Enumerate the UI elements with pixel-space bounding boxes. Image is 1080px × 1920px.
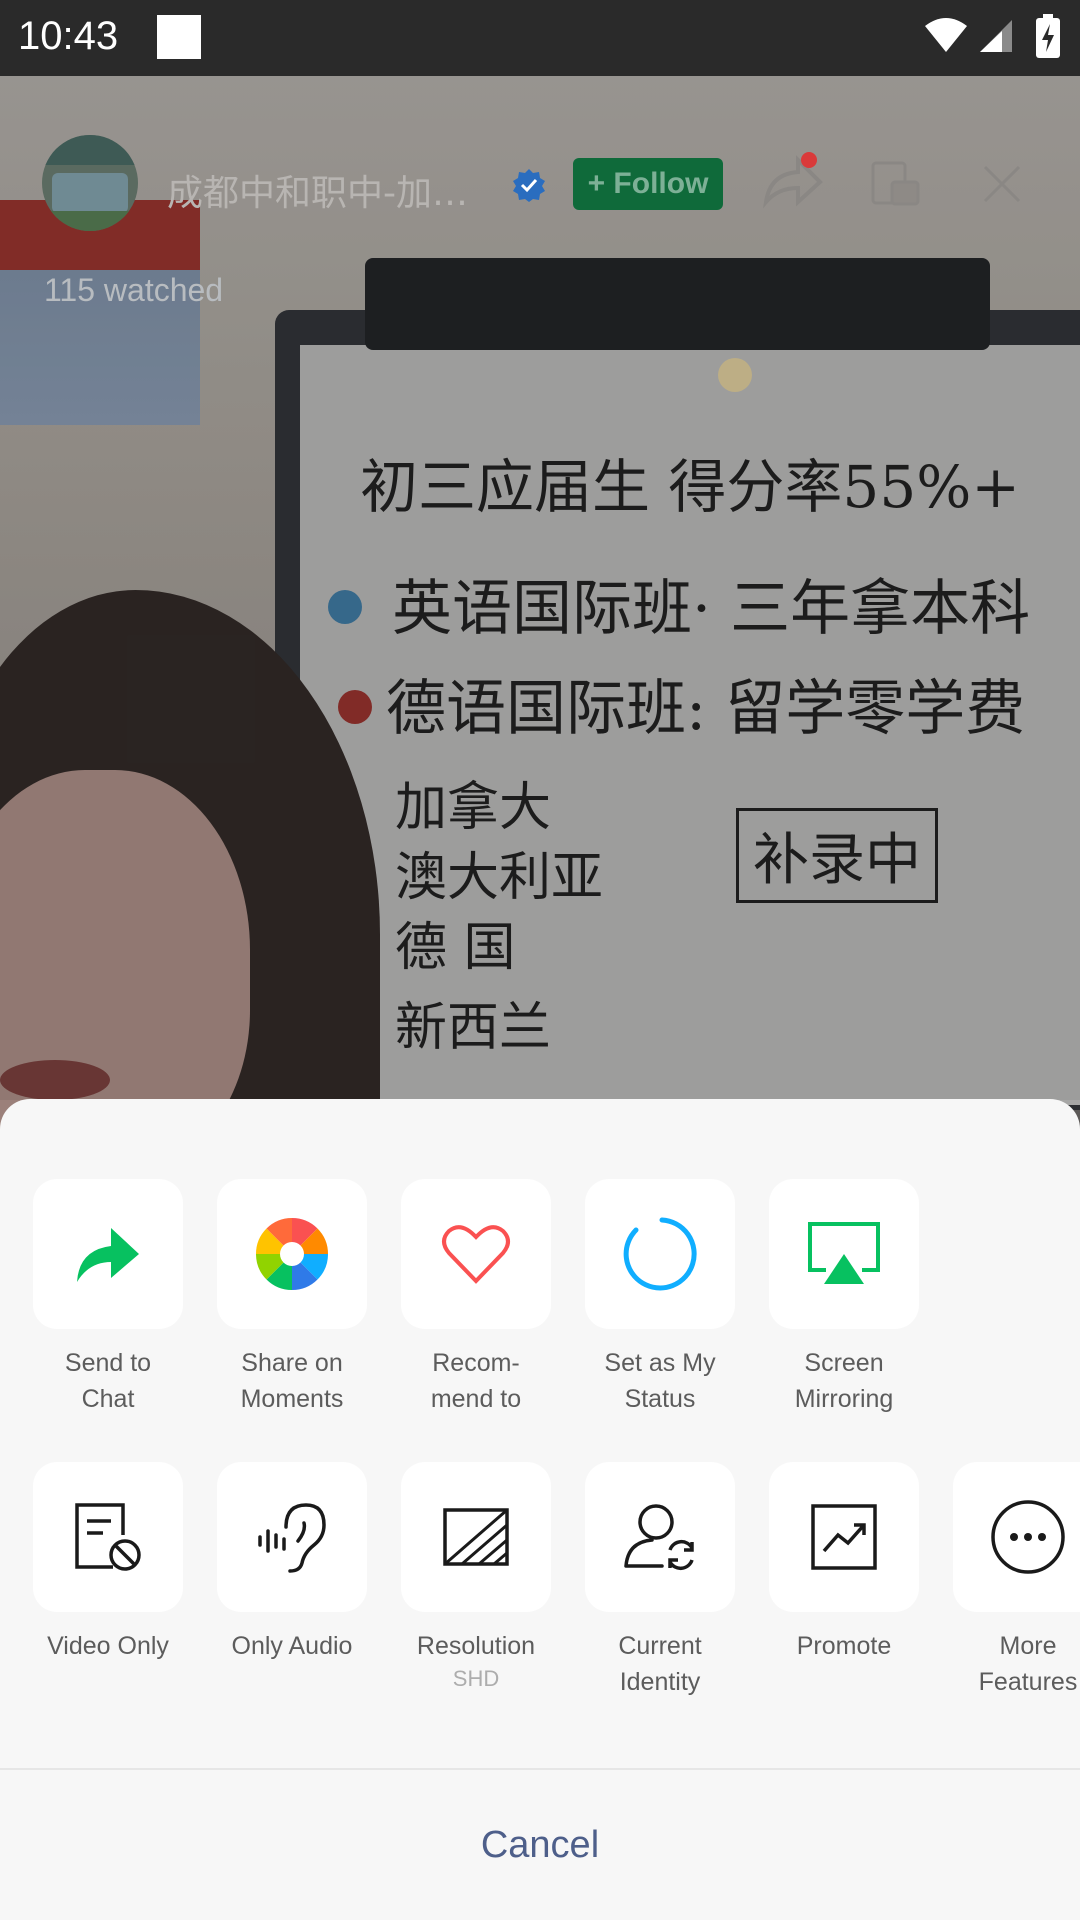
verified-badge-icon [513, 169, 545, 202]
ear-audio-icon [258, 1503, 326, 1573]
close-icon[interactable] [982, 164, 1022, 204]
tile-label: Video Only [47, 1632, 169, 1660]
promote-button[interactable]: Promote [769, 1462, 919, 1664]
forward-arrow-icon [77, 1228, 139, 1282]
tile-label: Recom-mend to [430, 1349, 522, 1413]
tile-label: More Features [978, 1632, 1078, 1696]
tile-icon-box[interactable] [33, 1179, 183, 1329]
tile-label: Screen Mirroring [794, 1349, 894, 1413]
more-dots-icon [991, 1500, 1065, 1574]
notification-square-icon [157, 15, 201, 59]
heart-icon [442, 1225, 510, 1284]
share-icon[interactable] [760, 152, 824, 210]
share-row: Send to Chat Share on Moments Recom- men… [0, 1179, 1080, 1439]
tile-icon-box[interactable] [217, 1179, 367, 1329]
screen-mirroring-button[interactable]: Screen Mirroring [769, 1179, 919, 1417]
host-avatar[interactable] [42, 135, 138, 231]
wifi-icon [925, 18, 967, 52]
switch-identity-icon [624, 1504, 694, 1571]
cellular-signal-icon [980, 20, 1012, 52]
tile-icon-box[interactable] [217, 1462, 367, 1612]
tile-icon-box[interactable] [585, 1462, 735, 1612]
only-audio-button[interactable]: Only Audio [217, 1462, 367, 1664]
battery-charging-icon [1036, 14, 1060, 58]
promote-chart-icon [811, 1504, 877, 1570]
live-stream-screen: 初三应届生 得分率55%+ 英语国际班· 三年拿本科 德语国际班: 留学零学费 … [0, 0, 1080, 1920]
status-bar: 10:43 [0, 0, 1080, 76]
airplay-icon [808, 1222, 880, 1284]
follow-button[interactable]: + Follow [573, 158, 723, 210]
tile-label: Share on Moments [240, 1349, 344, 1413]
tile-icon-box[interactable] [401, 1462, 551, 1612]
tile-label: Promote [796, 1632, 892, 1660]
video-only-button[interactable]: Video Only [33, 1462, 183, 1664]
share-bottom-sheet: Send to Chat Share on Moments Recom- men… [0, 1099, 1080, 1920]
current-identity-button[interactable]: Current Identity [585, 1462, 735, 1700]
send-to-chat-button[interactable]: Send to Chat [33, 1179, 183, 1417]
more-features-button[interactable]: More Features [953, 1462, 1080, 1700]
tile-label: Current Identity [618, 1632, 702, 1696]
status-ring-icon [623, 1217, 697, 1291]
tile-label: Set as My Status [604, 1349, 716, 1413]
resolution-icon [443, 1508, 509, 1566]
tile-label: Only Audio [231, 1632, 353, 1660]
tile-label: Resolution [416, 1632, 536, 1660]
watched-count: 115 watched [44, 272, 224, 308]
tile-icon-box[interactable] [953, 1462, 1080, 1612]
tile-icon-box[interactable] [401, 1179, 551, 1329]
status-time: 10:43 [18, 14, 119, 58]
moments-shutter-icon [255, 1217, 329, 1291]
cancel-button[interactable]: Cancel [0, 1770, 1080, 1920]
set-as-my-status-button[interactable]: Set as My Status [585, 1179, 735, 1417]
resolution-button[interactable]: Resolution SHD [401, 1462, 551, 1694]
share-on-moments-button[interactable]: Share on Moments [217, 1179, 367, 1417]
resolution-value: SHD [452, 1666, 500, 1691]
tile-icon-box[interactable] [585, 1179, 735, 1329]
floating-window-icon[interactable] [870, 160, 922, 208]
tile-icon-box[interactable] [769, 1179, 919, 1329]
video-only-icon [75, 1503, 141, 1571]
host-name[interactable]: 成都中和职中-加… [167, 164, 507, 216]
recommend-to-button[interactable]: Recom-mend to [401, 1179, 551, 1417]
tile-icon-box[interactable] [33, 1462, 183, 1612]
tile-label: Send to Chat [64, 1349, 152, 1413]
tile-icon-box[interactable] [769, 1462, 919, 1612]
tools-row: Video Only Only Audio Resolution SHD Cur… [0, 1462, 1080, 1722]
